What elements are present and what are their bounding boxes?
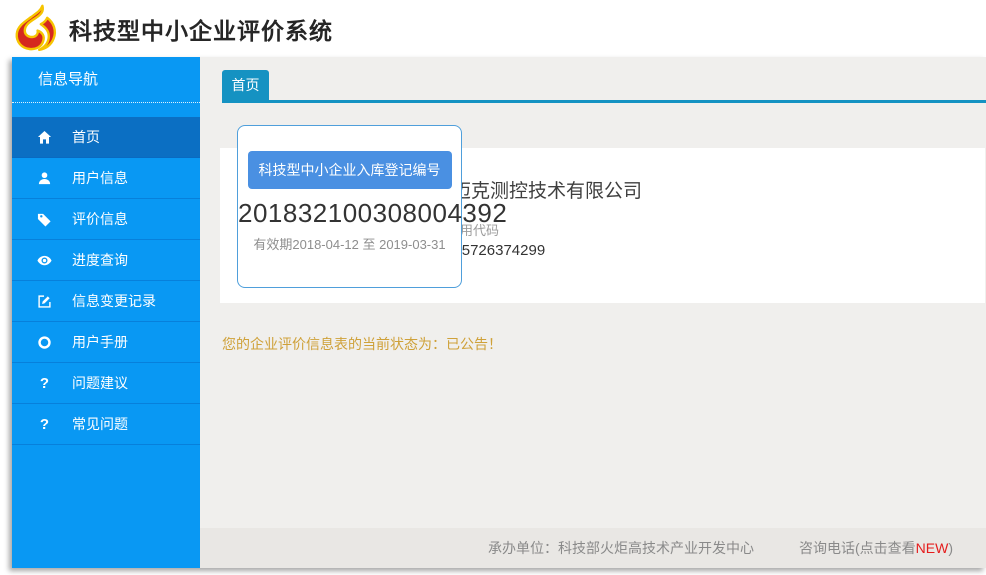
app-header: 科技型中小企业评价系统 [0, 0, 986, 57]
sidebar-item-label: 用户信息 [72, 168, 128, 188]
sidebar-item-label: 评价信息 [72, 209, 128, 229]
sidebar-item-user-info[interactable]: 用户信息 [12, 158, 200, 199]
sidebar-nav: 信息导航 首页 用户信息 评价信息 [12, 57, 200, 568]
registration-badge-button[interactable]: 科技型中小企业入库登记编号 [248, 151, 452, 189]
sidebar-item-suggestions[interactable]: ? 问题建议 [12, 363, 200, 404]
sidebar-item-label: 用户手册 [72, 332, 128, 352]
registration-validity: 有效期2018-04-12 至 2019-03-31 [238, 234, 461, 253]
sidebar-item-label: 信息变更记录 [72, 291, 156, 311]
eye-icon [36, 252, 53, 269]
torch-logo-icon [12, 2, 60, 56]
registration-number: 201832100308004392 [238, 198, 461, 229]
page-footer: 承办单位：科技部火炬高技术产业开发中心 咨询电话(点击查看NEW) [200, 528, 986, 568]
page-title: 科技型中小企业评价系统 [69, 12, 333, 46]
sidebar-item-label: 问题建议 [72, 373, 128, 393]
user-icon [36, 170, 53, 187]
tab-underline [222, 100, 986, 103]
footer-phone-close: ) [948, 540, 953, 556]
sidebar-item-faq[interactable]: ? 常见问题 [12, 404, 200, 445]
footer-organizer: 承办单位：科技部火炬高技术产业开发中心 [488, 538, 754, 558]
ring-icon [36, 334, 53, 351]
sidebar-item-label: 首页 [72, 127, 100, 147]
sidebar-item-user-manual[interactable]: 用户手册 [12, 322, 200, 363]
main-content: 首页 科技型中小企业入库登记编号 201832100308004392 有效期2… [200, 57, 986, 568]
app-body: 信息导航 首页 用户信息 评价信息 [12, 57, 986, 568]
footer-phone-link[interactable]: 咨询电话(点击查看NEW) [799, 538, 953, 558]
sidebar-item-progress-query[interactable]: 进度查询 [12, 240, 200, 281]
tag-icon [36, 211, 53, 228]
sidebar-item-change-records[interactable]: 信息变更记录 [12, 281, 200, 322]
tab-home[interactable]: 首页 [222, 70, 269, 100]
sidebar-item-label: 常见问题 [72, 414, 128, 434]
new-badge: NEW [916, 540, 949, 556]
status-message: 您的企业评价信息表的当前状态为：已公告！ [222, 334, 502, 354]
edit-icon [36, 293, 53, 310]
sidebar-item-evaluation-info[interactable]: 评价信息 [12, 199, 200, 240]
sidebar-item-home[interactable]: 首页 [12, 117, 200, 158]
question-icon: ? [36, 416, 53, 433]
sidebar-title: 信息导航 [12, 57, 200, 103]
footer-phone-text: 咨询电话(点击查看 [799, 540, 916, 556]
sidebar-item-label: 进度查询 [72, 250, 128, 270]
home-icon [36, 129, 53, 146]
sidebar-menu: 首页 用户信息 评价信息 进度查询 [12, 117, 200, 445]
question-icon: ? [36, 375, 53, 392]
registration-card: 科技型中小企业入库登记编号 201832100308004392 有效期2018… [237, 125, 462, 288]
